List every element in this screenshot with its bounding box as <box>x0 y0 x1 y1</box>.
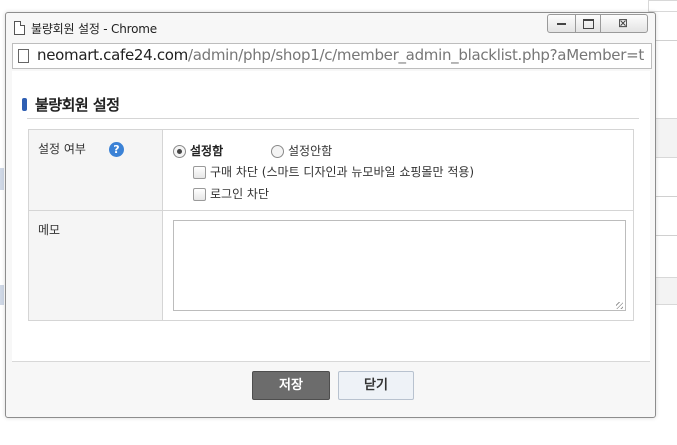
footer-divider <box>12 361 650 362</box>
url-text[interactable]: neomart.cafe24.com/admin/php/shop1/c/mem… <box>37 46 649 64</box>
close-window-button[interactable]: ⊠ <box>600 14 648 33</box>
settings-form: 설정 여부 ? 메모 설정함 설정안함 구매 차단 (스마트 디자인과 뉴모바일… <box>28 129 634 321</box>
page-title: 불량회원 설정 <box>35 96 120 114</box>
radio-setting-off[interactable] <box>271 145 284 158</box>
resize-handle-icon[interactable] <box>616 302 623 309</box>
block-login-checkbox[interactable] <box>193 188 206 201</box>
maximize-button[interactable] <box>575 14 601 33</box>
page-icon <box>18 49 29 63</box>
popup-window: 불량회원 설정 - Chrome ⊠ neomart.cafe24.com/ad… <box>5 12 656 418</box>
minimize-icon <box>557 23 566 25</box>
block-login-label[interactable]: 로그인 차단 <box>210 185 269 202</box>
memo-label-cell: 메모 <box>29 211 163 320</box>
memo-textarea[interactable] <box>173 220 626 311</box>
help-icon[interactable]: ? <box>109 142 124 157</box>
background-page-panel <box>648 0 677 12</box>
background-page-edge <box>0 168 4 190</box>
radio-setting-on[interactable] <box>173 145 186 158</box>
title-bar[interactable]: 불량회원 설정 - Chrome ⊠ <box>6 13 655 41</box>
address-bar[interactable]: neomart.cafe24.com/admin/php/shop1/c/mem… <box>12 43 652 69</box>
background-page-edge <box>0 285 4 305</box>
heading-marker <box>22 98 27 111</box>
page-content: 불량회원 설정 설정 여부 ? 메모 설정함 설정안함 구매 차단 (스마트 디… <box>12 71 650 361</box>
window-title: 불량회원 설정 - Chrome <box>31 22 157 36</box>
close-button[interactable]: 닫기 <box>338 371 414 400</box>
window-controls: ⊠ <box>547 14 648 33</box>
block-purchase-checkbox[interactable] <box>193 166 206 179</box>
memo-label: 메모 <box>38 223 61 237</box>
block-purchase-label[interactable]: 구매 차단 (스마트 디자인과 뉴모바일 쇼핑몰만 적용) <box>210 163 474 180</box>
heading-divider <box>27 118 639 119</box>
maximize-icon <box>583 19 594 29</box>
url-path: /admin/php/shop1/c/member_admin_blacklis… <box>187 46 644 64</box>
close-icon: ⊠ <box>618 16 629 30</box>
setting-label-cell: 설정 여부 ? <box>29 130 163 210</box>
document-icon <box>14 21 25 35</box>
url-domain: neomart.cafe24.com <box>37 46 188 64</box>
setting-label: 설정 여부 <box>38 142 86 156</box>
option-setting-off-label[interactable]: 설정안함 <box>288 142 332 159</box>
save-button[interactable]: 저장 <box>252 371 330 400</box>
option-setting-on-label[interactable]: 설정함 <box>190 142 223 159</box>
minimize-button[interactable] <box>547 14 576 33</box>
